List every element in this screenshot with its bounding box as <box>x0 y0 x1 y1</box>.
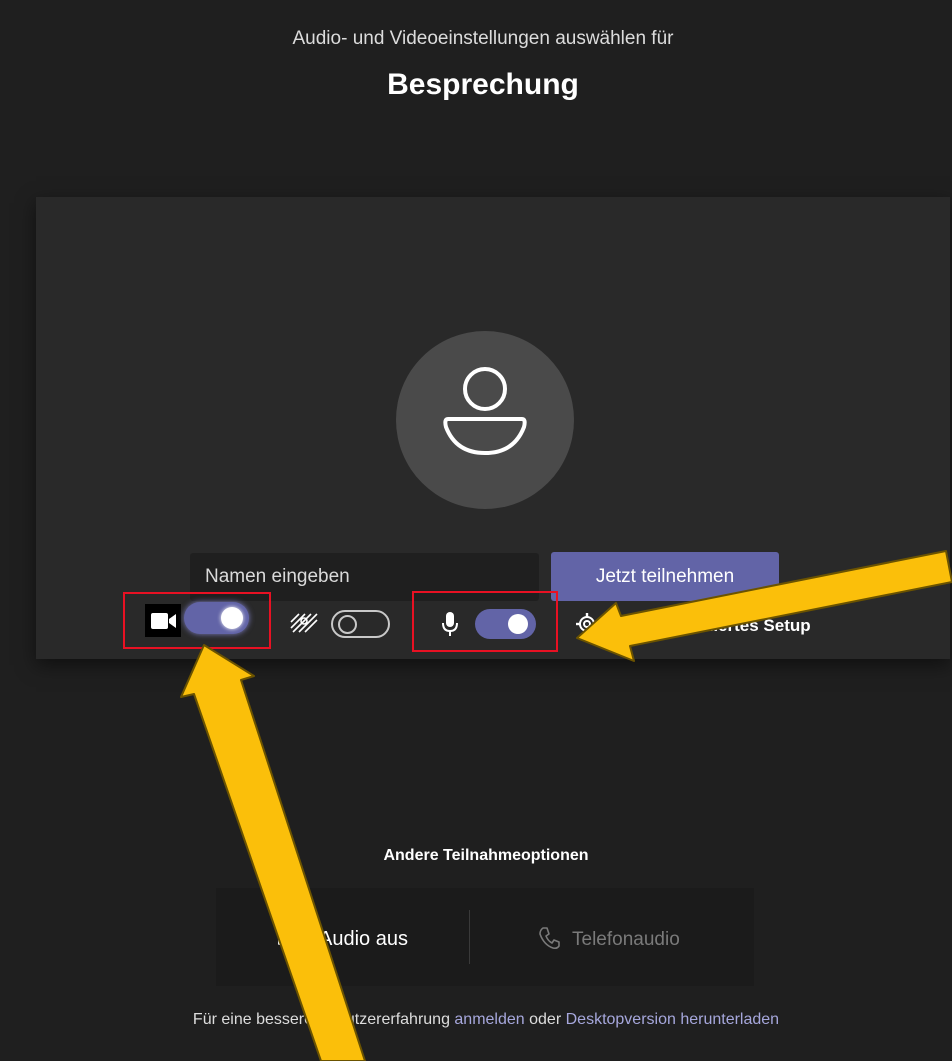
microphone-toggle-knob <box>508 614 528 634</box>
options-divider <box>469 910 470 964</box>
video-camera-icon[interactable] <box>150 611 178 631</box>
audio-off-label: Audio aus <box>319 928 408 950</box>
footer-middle: oder <box>524 1011 566 1028</box>
join-now-button[interactable]: Jetzt teilnehmen <box>551 552 779 601</box>
background-toggle-knob <box>338 615 357 634</box>
camera-toggle[interactable] <box>184 602 249 634</box>
download-desktop-link[interactable]: Desktopversion herunterladen <box>566 1011 779 1028</box>
sign-in-link[interactable]: anmelden <box>454 1011 524 1028</box>
background-effects-icon[interactable] <box>289 612 319 634</box>
page-title: Besprechung <box>387 68 579 101</box>
camera-toggle-knob <box>221 607 243 629</box>
phone-icon <box>539 927 560 950</box>
microphone-toggle[interactable] <box>475 609 536 639</box>
other-options-title: Andere Teilnahmeoptionen <box>383 847 589 864</box>
phone-audio-label: Telefonaudio <box>572 929 680 950</box>
gear-icon[interactable] <box>575 612 599 636</box>
custom-setup-link[interactable]: Benutzerdefiniertes Setup <box>600 616 811 636</box>
person-icon <box>443 367 527 455</box>
microphone-icon[interactable] <box>441 610 459 638</box>
footer-prefix: Für eine bessere Benutzererfahrung <box>192 1011 455 1028</box>
background-effects-toggle[interactable] <box>331 610 390 638</box>
footer-text: Für eine bessere Benutzererfahrung anmel… <box>0 1011 952 1029</box>
avatar <box>396 331 574 509</box>
speaker-off-icon <box>277 930 299 950</box>
page-subtitle: Audio- und Videoeinstellungen auswählen … <box>292 28 674 49</box>
